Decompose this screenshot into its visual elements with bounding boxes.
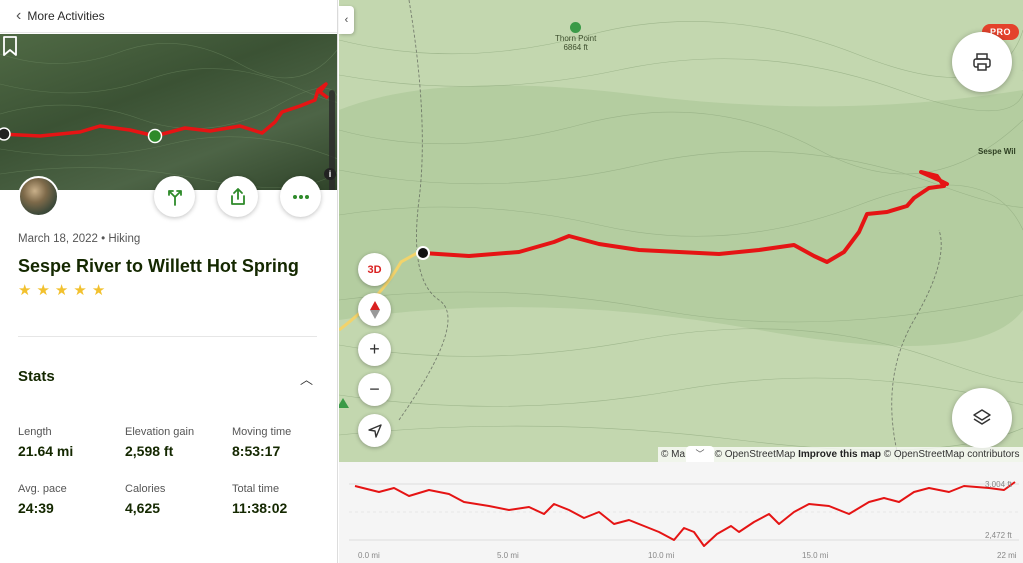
x-tick: 5.0 mi: [497, 551, 519, 560]
x-tick: 22 mi: [997, 551, 1017, 560]
stat-elevation-gain: Elevation gain 2,598 ft: [125, 426, 195, 459]
compass-icon: [369, 300, 380, 319]
star-icon: ★: [91, 282, 106, 299]
stats-heading: Stats: [18, 368, 55, 385]
topo-map[interactable]: [339, 0, 1023, 462]
split-route-icon: [167, 189, 182, 206]
locate-button[interactable]: [358, 414, 391, 447]
compass-button[interactable]: [358, 293, 391, 326]
star-icon: ★: [36, 282, 50, 299]
star-icon: ★: [54, 282, 69, 299]
start-marker: [416, 246, 430, 260]
rating-stars: ★ ★ ★ ★ ★: [18, 283, 105, 298]
activity-panel: ‹ More Activities i March 18, 2022 • Hik…: [0, 0, 338, 563]
x-tick: 10.0 mi: [648, 551, 675, 560]
back-label: More Activities: [27, 9, 105, 23]
print-button[interactable]: [952, 32, 1012, 92]
back-link[interactable]: ‹ More Activities: [16, 8, 105, 24]
zoom-in-button[interactable]: +: [358, 333, 391, 366]
elevation-line: [354, 481, 1016, 547]
minus-icon: −: [369, 379, 380, 399]
stat-calories: Calories 4,625: [125, 483, 166, 516]
more-options-button[interactable]: [280, 176, 321, 217]
x-tick: 0.0 mi: [358, 551, 380, 560]
top-bar: ‹ More Activities: [0, 0, 337, 33]
share-button[interactable]: [217, 176, 258, 217]
activity-date-type: March 18, 2022 • Hiking: [18, 233, 141, 245]
stat-length: Length 21.64 mi: [18, 426, 74, 459]
collapse-panel-button[interactable]: ‹: [339, 6, 354, 34]
x-tick: 15.0 mi: [802, 551, 829, 560]
info-icon[interactable]: i: [324, 168, 336, 180]
plus-icon: +: [369, 339, 380, 359]
activity-title: Sespe River to Willett Hot Spring: [18, 256, 299, 276]
hero-start-marker: [0, 127, 11, 141]
hero-track: [0, 82, 330, 138]
route-button[interactable]: [154, 176, 195, 217]
more-dots-icon: [292, 194, 309, 199]
3d-button[interactable]: 3D: [358, 253, 391, 286]
stats-grid: Length 21.64 mi Elevation gain 2,598 ft …: [18, 426, 318, 516]
action-buttons: [154, 176, 321, 217]
divider: [18, 336, 317, 337]
stat-avg-pace: Avg. pace 24:39: [18, 483, 67, 516]
chevron-left-icon: ‹: [16, 7, 22, 24]
printer-icon: [973, 53, 991, 71]
layers-button[interactable]: [952, 388, 1012, 448]
peak-label: Thorn Point 6864 ft: [555, 22, 596, 53]
location-arrow-icon: [367, 423, 382, 438]
chevron-down-icon[interactable]: ﹀: [686, 446, 714, 462]
share-icon: [230, 187, 245, 205]
peak-icon: [570, 22, 582, 33]
star-icon: ★: [73, 282, 87, 299]
stat-moving-time: Moving time 8:53:17: [232, 426, 292, 459]
y-max-label: 3,004 ft: [985, 480, 1012, 489]
layers-icon: [973, 409, 991, 425]
star-icon: ★: [18, 282, 32, 299]
zoom-out-button[interactable]: −: [358, 373, 391, 406]
chevron-up-icon[interactable]: ︿: [300, 369, 313, 388]
map-edge-label: Sespe Wil: [978, 147, 1016, 156]
elevation-profile[interactable]: [339, 462, 1023, 563]
hero-map-thumbnail[interactable]: i: [0, 34, 337, 190]
hero-waypoint-marker: [147, 128, 163, 144]
bookmark-icon[interactable]: [0, 34, 20, 58]
avatar[interactable]: [18, 176, 59, 217]
stat-total-time: Total time 11:38:02: [232, 483, 288, 516]
y-min-label: 2,472 ft: [985, 531, 1012, 540]
